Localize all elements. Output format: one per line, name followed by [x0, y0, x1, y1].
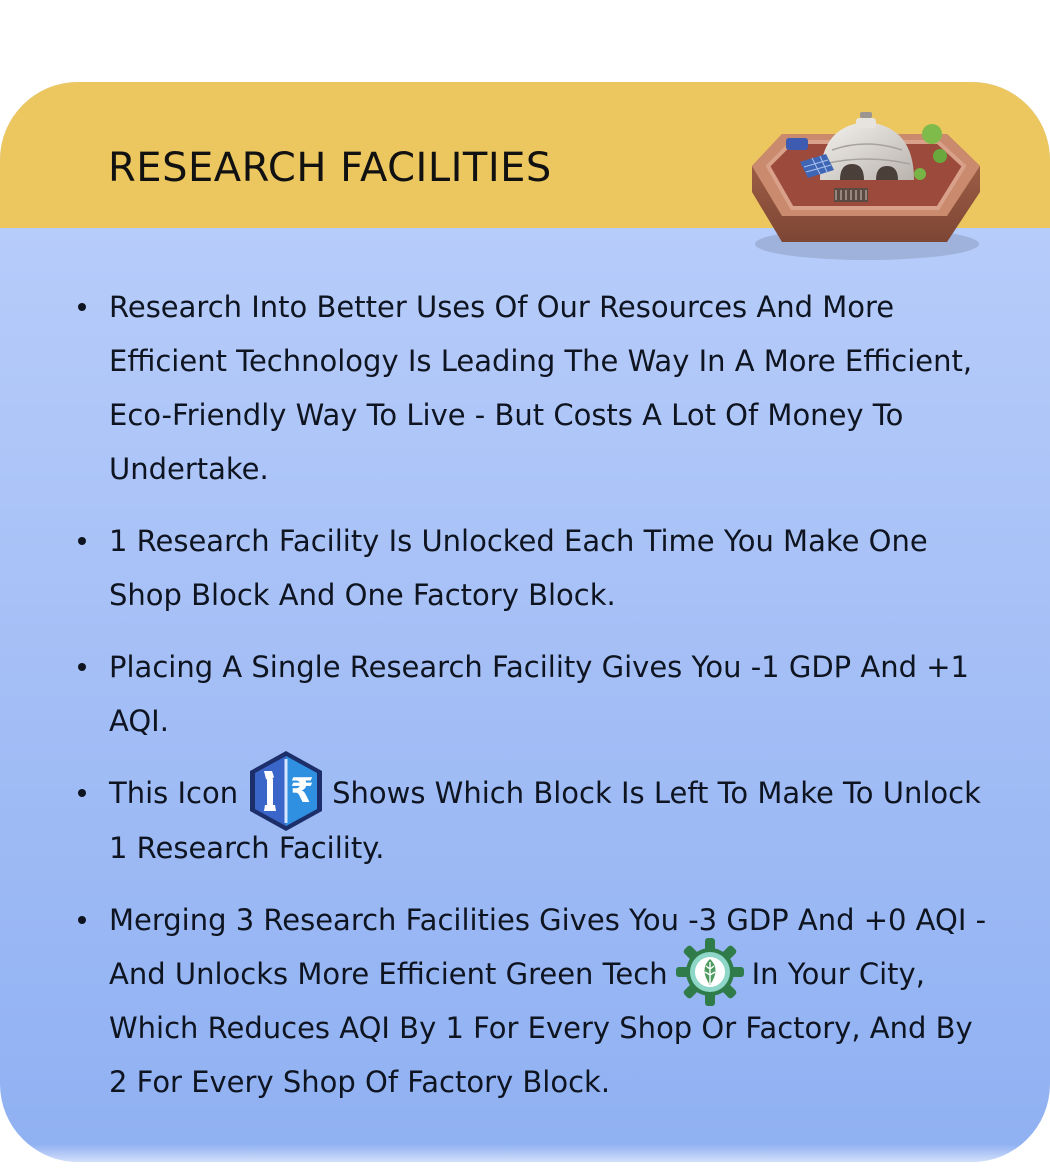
info-card: RESEARCH FACILITIES Research Into Better…	[0, 82, 1050, 1162]
list-item: 1 Research Facility Is Unlocked Each Tim…	[75, 514, 995, 622]
list-item: Placing A Single Research Facility Gives…	[75, 640, 995, 748]
list-item: Research Into Better Uses Of Our Resourc…	[75, 280, 995, 496]
rules-list: Research Into Better Uses Of Our Resourc…	[75, 280, 995, 1127]
card-title: RESEARCH FACILITIES	[108, 145, 552, 191]
svg-text:₹: ₹	[290, 771, 314, 811]
list-item: This Icon ₹ Shows Which Block Is Left To…	[75, 751, 995, 875]
bullet-text-before: This Icon	[109, 776, 239, 810]
bullet-text: Placing A Single Research Facility Gives…	[109, 650, 969, 738]
bullet-text: Research Into Better Uses Of Our Resourc…	[109, 290, 973, 486]
green-tech-leaf-gear-icon	[675, 938, 744, 1006]
list-item: Merging 3 Research Facilities Gives You …	[75, 893, 995, 1109]
bullet-text: 1 Research Facility Is Unlocked Each Tim…	[109, 524, 928, 612]
wrench-rupee-icon: ₹	[250, 751, 323, 831]
research-facility-dome-icon	[752, 112, 980, 260]
bullet-text-after: Shows Which Block Is Left To Make To Unl…	[109, 776, 981, 865]
card-bottom-edge	[0, 1144, 1050, 1162]
